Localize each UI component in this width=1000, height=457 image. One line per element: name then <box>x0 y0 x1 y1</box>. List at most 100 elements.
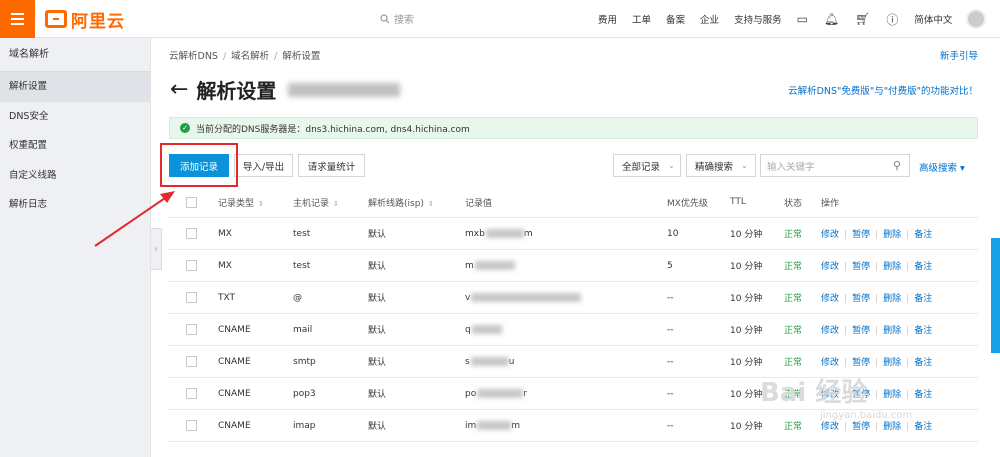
delete-link[interactable]: 删除 <box>883 422 901 432</box>
sidebar-item-weight[interactable]: 权重配置 <box>0 131 150 161</box>
row-checkbox[interactable] <box>186 292 197 303</box>
sidebar-item-dns-settings[interactable]: 解析设置 <box>0 72 150 102</box>
value-suffix: m <box>523 228 533 239</box>
pause-link[interactable]: 暂停 <box>852 326 870 336</box>
col-host[interactable]: 主机记录 ⇕ <box>293 196 368 209</box>
breadcrumb-dns[interactable]: 云解析DNS <box>169 51 218 62</box>
compare-link[interactable]: 云解析DNS"免费版"与"付费版"的功能对比！ <box>788 83 978 97</box>
help-icon[interactable]: ⓘ <box>886 11 898 28</box>
import-export-button[interactable]: 导入/导出 <box>234 154 293 177</box>
col-value: 记录值 <box>465 198 493 209</box>
cell-line: 默认 <box>368 230 387 240</box>
sidebar-item-dns-security[interactable]: DNS安全 <box>0 102 150 132</box>
breadcrumb: 云解析DNS / 域名解析 / 解析设置 <box>169 51 321 62</box>
note-link[interactable]: 备注 <box>914 326 932 336</box>
page-title: 解析设置 <box>196 79 277 103</box>
value-prefix: mxb <box>465 228 485 239</box>
cell-mx: 10 <box>667 228 679 239</box>
sidebar-collapse-handle[interactable]: ‹ <box>151 228 162 270</box>
menu-icon[interactable] <box>0 0 35 38</box>
cell-host: test <box>293 228 311 239</box>
delete-link[interactable]: 删除 <box>883 390 901 400</box>
keyword-input[interactable]: 输入关键字 ⚲ <box>760 154 910 177</box>
row-checkbox[interactable] <box>186 324 197 335</box>
nav-support[interactable]: 支持与服务 <box>734 12 782 26</box>
nav-icp[interactable]: 备案 <box>666 12 685 26</box>
sidebar-item-logs[interactable]: 解析日志 <box>0 190 150 220</box>
breadcrumb-domain[interactable]: 域名解析 <box>231 51 269 62</box>
pause-link[interactable]: 暂停 <box>852 422 870 432</box>
cell-status: 正常 <box>784 326 803 336</box>
note-link[interactable]: 备注 <box>914 390 932 400</box>
guide-link[interactable]: 新手引导 <box>940 48 978 62</box>
feedback-tab[interactable] <box>991 238 1000 353</box>
cell-line: 默认 <box>368 262 387 272</box>
redacted-value <box>470 356 509 366</box>
pause-link[interactable]: 暂停 <box>852 358 870 368</box>
cell-status: 正常 <box>784 262 803 272</box>
cell-value: po r <box>465 388 667 399</box>
chevron-down-icon: ⌄ <box>668 161 675 170</box>
row-checkbox[interactable] <box>186 260 197 271</box>
record-filter-select[interactable]: 全部记录 ⌄ <box>613 154 681 177</box>
sort-icon: ⇕ <box>427 199 434 208</box>
cell-ops: 修改 | 暂停 | 删除 | 备注 <box>821 262 933 272</box>
search-icon[interactable]: ⚲ <box>893 159 901 172</box>
cell-mx: 5 <box>667 260 673 271</box>
row-checkbox[interactable] <box>186 356 197 367</box>
nav-fees[interactable]: 费用 <box>598 12 617 26</box>
cell-host: @ <box>293 292 302 303</box>
row-checkbox[interactable] <box>186 228 197 239</box>
redacted-value <box>471 292 582 302</box>
pause-link[interactable]: 暂停 <box>852 230 870 240</box>
value-prefix: po <box>465 388 477 399</box>
nav-enterprise[interactable]: 企业 <box>700 12 719 26</box>
delete-link[interactable]: 删除 <box>883 326 901 336</box>
search-mode-select[interactable]: 精确搜索 ⌄ <box>686 154 756 177</box>
cart-icon[interactable]: 🛒︎ <box>855 12 870 26</box>
cell-mx: -- <box>667 324 674 335</box>
col-type[interactable]: 记录类型 ⇕ <box>218 196 293 209</box>
global-search[interactable]: 搜索 <box>380 11 414 26</box>
edit-link[interactable]: 修改 <box>821 422 839 432</box>
edit-link[interactable]: 修改 <box>821 326 839 336</box>
note-link[interactable]: 备注 <box>914 358 932 368</box>
cell-type: MX <box>218 260 232 271</box>
pause-link[interactable]: 暂停 <box>852 294 870 304</box>
table-row: MX test 默认 m 5 10 分钟 正常 修改 | 暂停 | 删除 | 备注 <box>169 250 978 282</box>
sidebar-item-custom-line[interactable]: 自定义线路 <box>0 161 150 191</box>
back-arrow-icon[interactable]: ← <box>170 78 188 101</box>
search-icon <box>380 13 390 23</box>
edit-link[interactable]: 修改 <box>821 230 839 240</box>
delete-link[interactable]: 删除 <box>883 358 901 368</box>
cell-mx: -- <box>667 420 674 431</box>
logo[interactable]: 阿里云 <box>45 8 125 32</box>
advanced-search-link[interactable]: 高级搜索 ▾ <box>919 160 965 174</box>
delete-link[interactable]: 删除 <box>883 262 901 272</box>
edit-link[interactable]: 修改 <box>821 358 839 368</box>
row-checkbox[interactable] <box>186 388 197 399</box>
edit-link[interactable]: 修改 <box>821 262 839 272</box>
redacted-domain <box>288 82 401 97</box>
col-line[interactable]: 解析线路(isp) ⇕ <box>368 196 465 209</box>
value-suffix: r <box>523 388 527 399</box>
language-switch[interactable]: 简体中文 <box>914 12 952 26</box>
table-row: CNAME mail 默认 q -- 10 分钟 正常 修改 | 暂停 | 删除 | 备注 <box>169 314 978 346</box>
pause-link[interactable]: 暂停 <box>852 262 870 272</box>
note-link[interactable]: 备注 <box>914 294 932 304</box>
terminal-icon[interactable]: ▭ <box>797 12 808 26</box>
note-link[interactable]: 备注 <box>914 230 932 240</box>
avatar[interactable] <box>966 9 987 29</box>
edit-link[interactable]: 修改 <box>821 294 839 304</box>
select-all-checkbox[interactable] <box>186 196 197 208</box>
check-circle-icon: ✓ <box>180 123 190 133</box>
nav-tickets[interactable]: 工单 <box>632 12 651 26</box>
delete-link[interactable]: 删除 <box>883 294 901 304</box>
bell-icon[interactable]: 🔔︎ <box>824 12 839 26</box>
note-link[interactable]: 备注 <box>914 262 932 272</box>
row-checkbox[interactable] <box>186 420 197 431</box>
request-stats-button[interactable]: 请求量统计 <box>298 154 365 177</box>
note-link[interactable]: 备注 <box>914 422 932 432</box>
sidebar-title[interactable]: 域名解析 <box>0 38 150 72</box>
delete-link[interactable]: 删除 <box>883 230 901 240</box>
